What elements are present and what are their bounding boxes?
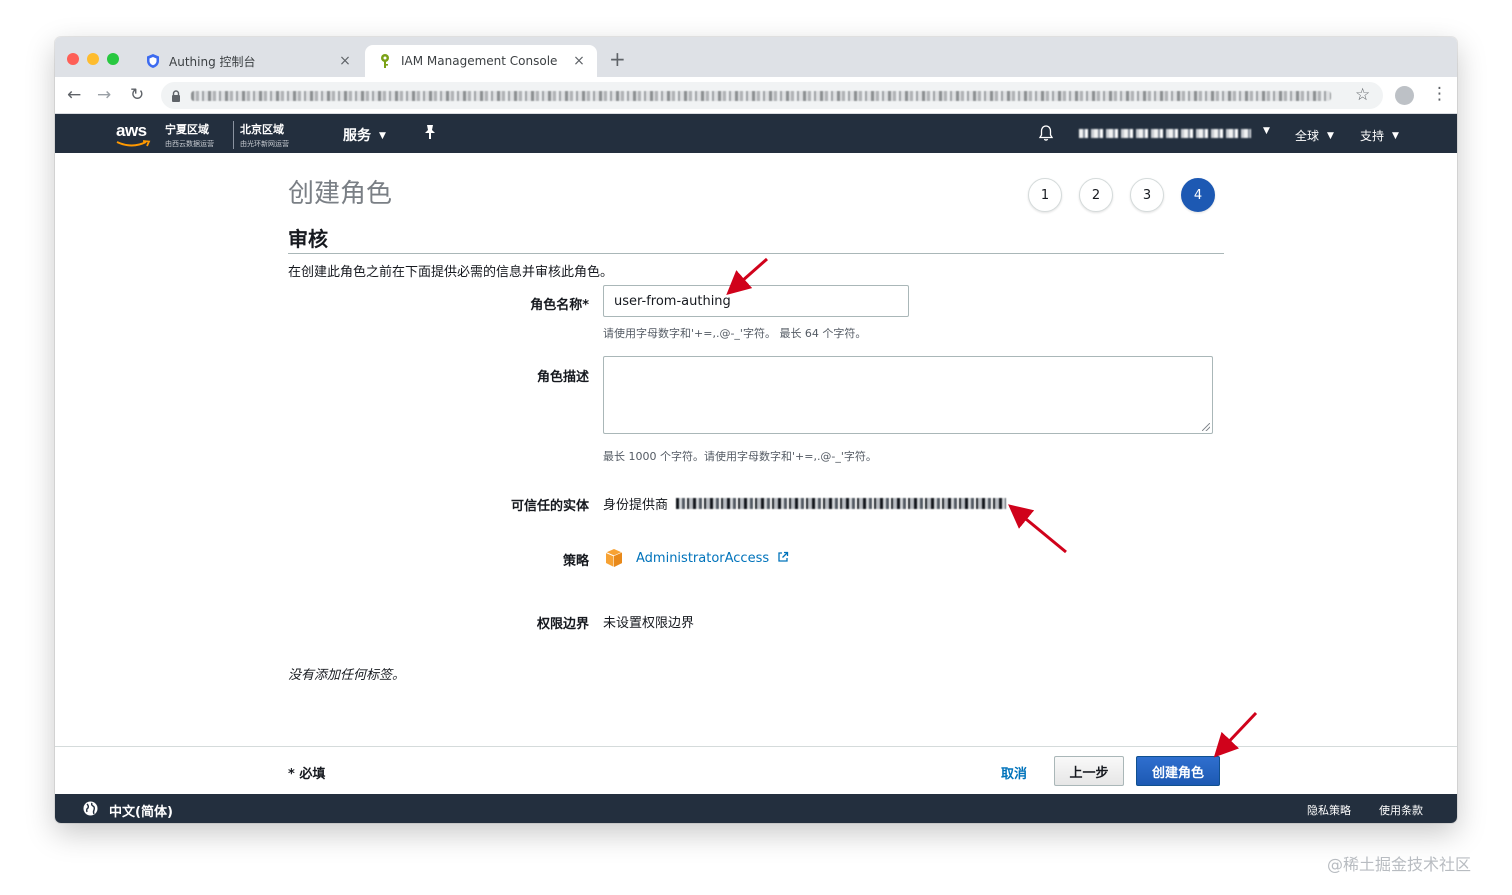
step-4-current: 4	[1181, 178, 1215, 212]
tab-title: IAM Management Console	[401, 54, 558, 68]
policy-label: 策略	[562, 554, 589, 569]
account-menu-redacted[interactable]	[1079, 129, 1251, 138]
trusted-entity-type: 身份提供商	[603, 498, 669, 513]
policy-box-icon	[605, 549, 623, 567]
zoom-window-button[interactable]	[107, 53, 119, 65]
global-region-menu[interactable]: 全球 ▼	[1295, 127, 1334, 144]
reload-icon[interactable]: ↻	[130, 85, 144, 105]
pin-icon[interactable]	[423, 124, 437, 140]
region-subtitle: 由西云数据运营	[165, 140, 214, 148]
role-name-hint: 请使用字母数字和'+=,.@-_'字符。 最长 64 个字符。	[603, 327, 867, 340]
terms-of-use-link[interactable]: 使用条款	[1379, 802, 1423, 818]
console-footer: 中文(简体) 隐私策略 使用条款	[55, 794, 1457, 823]
browser-tab-authing[interactable]: Authing 控制台 ×	[133, 45, 363, 77]
close-window-button[interactable]	[67, 53, 79, 65]
address-bar[interactable]	[161, 82, 1383, 109]
services-menu[interactable]: 服务 ▼	[343, 125, 386, 145]
lock-icon	[172, 89, 180, 102]
step-1[interactable]: 1	[1028, 178, 1062, 212]
identity-provider-arn-redacted	[676, 498, 1007, 509]
more-icon[interactable]: ⋮	[1431, 84, 1448, 104]
support-label: 支持	[1360, 129, 1385, 143]
region-title: 北京区域	[240, 123, 284, 136]
no-tags-note: 没有添加任何标签。	[288, 668, 406, 683]
role-description-label: 角色描述	[536, 370, 589, 385]
chevron-down-icon: ▼	[1327, 131, 1334, 141]
key-icon	[381, 54, 389, 68]
resize-grip-icon[interactable]	[1202, 423, 1210, 431]
step-2[interactable]: 2	[1079, 178, 1113, 212]
shield-icon	[147, 54, 159, 68]
url-text-redacted	[191, 90, 1331, 101]
previous-button[interactable]: 上一步	[1054, 756, 1124, 786]
minimize-window-button[interactable]	[87, 53, 99, 65]
external-link-icon	[778, 551, 789, 562]
browser-toolbar: ← → ↻ ☆ ⋮	[55, 77, 1457, 114]
role-description-hint: 最长 1000 个字符。请使用字母数字和'+=,.@-_'字符。	[603, 450, 877, 463]
bell-icon[interactable]	[1038, 124, 1054, 142]
watermark: @稀土掘金技术社区	[1327, 855, 1472, 874]
services-label: 服务	[343, 128, 371, 144]
trusted-entity-label: 可信任的实体	[510, 499, 589, 514]
region-ningxia[interactable]: 宁夏区域 由西云数据运营	[165, 121, 214, 149]
required-note: * 必填	[288, 767, 326, 782]
role-name-label: 角色名称*	[530, 298, 589, 313]
aws-logo-text: aws	[116, 121, 147, 140]
role-name-input[interactable]	[603, 285, 909, 317]
permission-boundary-label: 权限边界	[536, 617, 589, 632]
wizard-stepper: 1 2 3 4	[1028, 178, 1232, 212]
intro-text: 在创建此角色之前在下面提供必需的信息并审核此角色。	[288, 265, 614, 280]
browser-window: Authing 控制台 × IAM Management Console × +…	[55, 37, 1457, 823]
policy-link[interactable]: AdministratorAccess	[636, 551, 789, 566]
profile-icon[interactable]	[1395, 86, 1414, 105]
global-label: 全球	[1295, 129, 1320, 143]
section-title: 审核	[288, 227, 328, 251]
section-divider	[288, 253, 1224, 254]
new-tab-button[interactable]: +	[609, 49, 626, 69]
browser-tab-strip: Authing 控制台 × IAM Management Console × +	[55, 37, 1457, 77]
create-role-button[interactable]: 创建角色	[1136, 756, 1220, 786]
forward-arrow-icon[interactable]: →	[97, 85, 111, 105]
support-menu[interactable]: 支持 ▼	[1360, 127, 1399, 144]
back-arrow-icon[interactable]: ←	[67, 85, 81, 105]
region-title: 宁夏区域	[165, 123, 209, 136]
trusted-entity-value: 身份提供商	[603, 494, 1007, 513]
globe-icon	[83, 801, 98, 816]
region-beijing[interactable]: 北京区域 由光环新网运营	[233, 121, 289, 149]
language-selector[interactable]: 中文(简体)	[109, 801, 173, 820]
aws-smile-icon	[116, 140, 151, 147]
privacy-policy-link[interactable]: 隐私策略	[1307, 802, 1351, 818]
permission-boundary-value: 未设置权限边界	[603, 616, 695, 631]
tab-title: Authing 控制台	[169, 54, 256, 69]
create-role-review-page: 创建角色 1 2 3 4 审核 在创建此角色之前在下面提供必需的信息并审核此角色…	[55, 153, 1457, 746]
wizard-action-bar: * 必填 取消 上一步 创建角色	[55, 746, 1457, 794]
aws-logo[interactable]: aws	[115, 119, 153, 149]
browser-tab-iam[interactable]: IAM Management Console ×	[365, 45, 597, 77]
chevron-down-icon: ▼	[1392, 131, 1399, 141]
chevron-down-icon: ▼	[379, 131, 386, 141]
chevron-down-icon: ▼	[1263, 126, 1270, 136]
step-3[interactable]: 3	[1130, 178, 1164, 212]
region-subtitle: 由光环新网运营	[240, 140, 289, 148]
cancel-button[interactable]: 取消	[1001, 763, 1027, 782]
aws-console-header: aws 宁夏区域 由西云数据运营 北京区域 由光环新网运营 服务 ▼ ▼ 全球 ▼	[55, 114, 1457, 153]
star-icon[interactable]: ☆	[1355, 85, 1370, 105]
role-description-textarea[interactable]	[603, 356, 1213, 434]
close-tab-icon[interactable]: ×	[337, 53, 353, 69]
policy-name: AdministratorAccess	[636, 551, 770, 566]
close-tab-icon[interactable]: ×	[571, 53, 587, 69]
page-title: 创建角色	[288, 179, 393, 209]
